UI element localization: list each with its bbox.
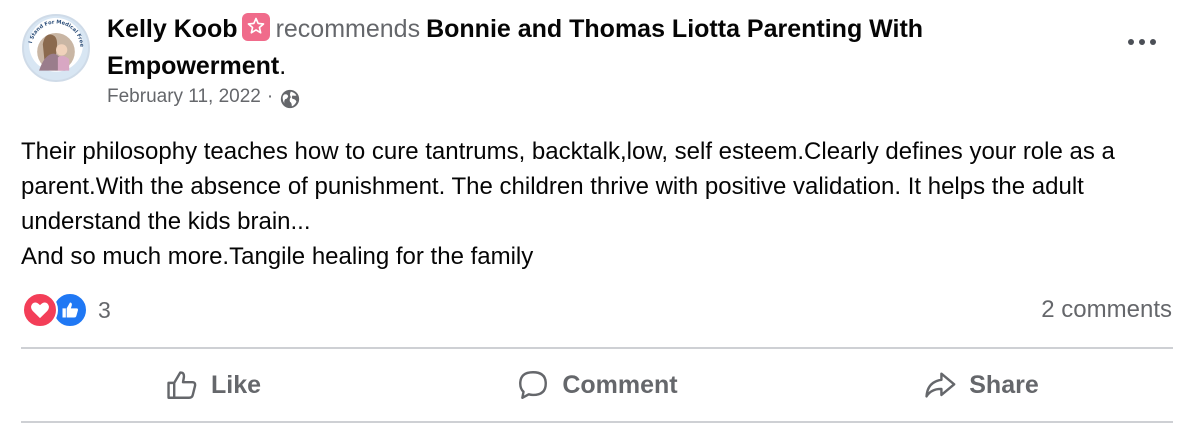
reaction-count: 3	[98, 296, 111, 323]
thumbs-up-icon	[167, 371, 197, 399]
author-avatar[interactable]: I Stand For Medical Freedom	[22, 14, 90, 82]
profile-photo: I Stand For Medical Freedom	[24, 16, 85, 71]
share-label: Share	[969, 370, 1039, 399]
post-date[interactable]: February 11, 2022	[107, 86, 261, 108]
divider-top	[21, 347, 1173, 349]
post-meta: February 11, 2022 ·	[107, 84, 301, 110]
post-text-paragraph-1: Their philosophy teaches how to cure tan…	[21, 138, 1115, 235]
share-button[interactable]: Share	[789, 350, 1173, 420]
star-badge-icon	[241, 13, 270, 41]
like-label: Like	[210, 370, 262, 399]
post-text-paragraph-2: And so much more.Tangile healing for the…	[21, 243, 534, 270]
header-period: .	[279, 52, 287, 80]
meta-separator: ·	[266, 86, 274, 107]
post-header: Kelly Koob recommends Bonnie and Thomas Li…	[107, 11, 1107, 85]
post-body: Their philosophy teaches how to cure tan…	[21, 134, 1181, 274]
recommends-text: recommends	[275, 15, 421, 43]
reactions-summary[interactable]: 3	[22, 292, 111, 328]
like-button[interactable]: Like	[21, 350, 405, 420]
comment-bubble-icon	[519, 371, 548, 399]
author-name[interactable]: Kelly Koob	[107, 15, 238, 43]
comments-count-link[interactable]: 2 comments	[1041, 296, 1172, 324]
action-bar: Like Comment Share	[21, 350, 1173, 420]
comment-label: Comment	[562, 370, 678, 399]
globe-icon	[279, 88, 301, 110]
share-arrow-icon	[925, 372, 956, 398]
more-options-icon[interactable]	[1122, 30, 1162, 54]
love-reaction-icon	[22, 292, 58, 328]
divider-bottom	[21, 421, 1173, 423]
comment-button[interactable]: Comment	[405, 350, 789, 420]
